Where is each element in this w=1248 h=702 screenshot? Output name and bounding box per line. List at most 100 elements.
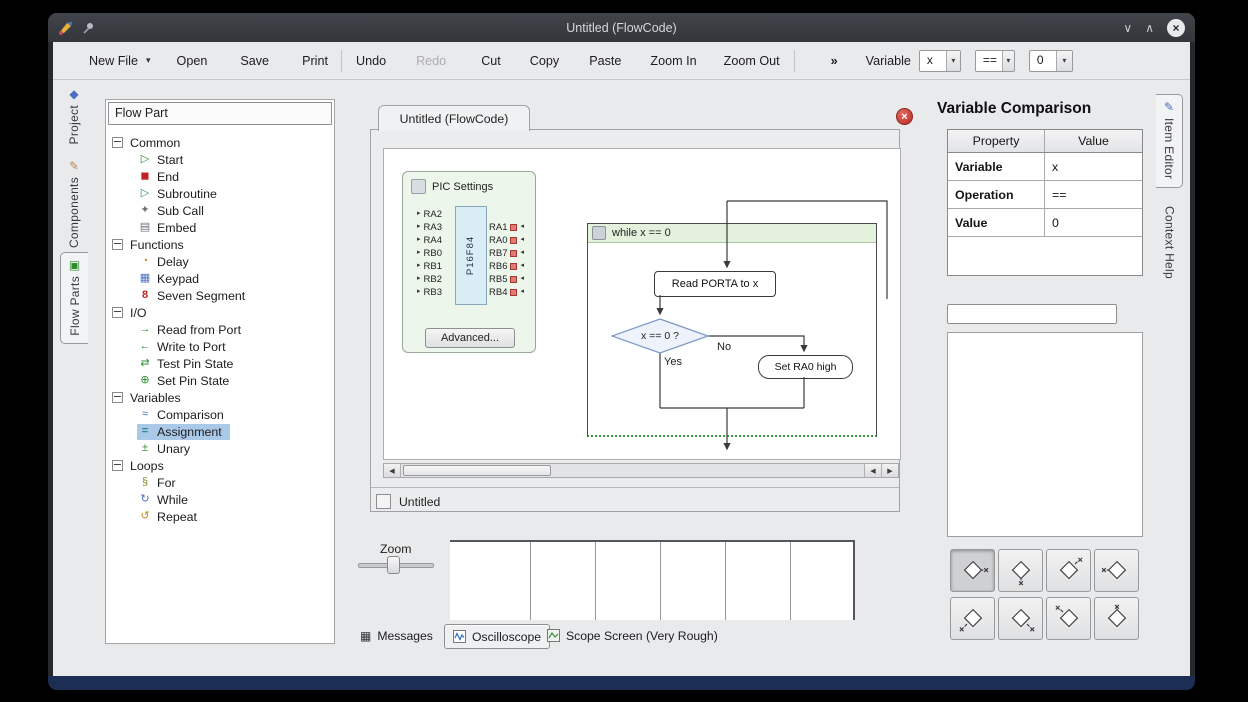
scrollbar-track[interactable] (401, 464, 864, 477)
decision-template-x-left-button[interactable] (1094, 549, 1139, 592)
macro-icon[interactable] (376, 494, 391, 509)
tab-flow-parts[interactable]: ▣ Flow Parts (60, 252, 88, 344)
pin-out-icon: ◂ (520, 275, 524, 283)
close-window-button[interactable]: × (1167, 19, 1185, 37)
tree-group-loops[interactable]: Loops (106, 457, 334, 474)
pin-icon[interactable] (81, 21, 95, 35)
tree-item-for[interactable]: § For (106, 474, 334, 491)
chevron-down-icon[interactable]: ∨ (1123, 22, 1132, 34)
tree-item-repeat[interactable]: ↺ Repeat (106, 508, 334, 525)
tree-item-end[interactable]: ◼ End (106, 168, 334, 185)
tree-item-comparison[interactable]: ≈ Comparison (106, 406, 334, 423)
tree-item-assignment[interactable]: = Assignment (106, 423, 334, 440)
tab-scope-screen[interactable]: Scope Screen (Very Rough) (547, 624, 718, 647)
tree-item-set-pin-state[interactable]: ⊕ Set Pin State (106, 372, 334, 389)
new-file-caret-icon[interactable]: ▾ (146, 55, 151, 66)
open-button[interactable]: Open (177, 54, 208, 68)
collapse-toggle-icon[interactable] (112, 307, 123, 318)
scroll-left-button[interactable]: ◀ (864, 464, 881, 477)
collapse-toggle-icon[interactable] (112, 137, 123, 148)
collapse-toggle-icon[interactable] (112, 392, 123, 403)
document-close-button[interactable]: × (896, 108, 913, 125)
table-row[interactable]: Variable x (948, 153, 1142, 181)
subroutine-icon: ▷ (137, 188, 153, 199)
read-porta-box[interactable]: Read PORTA to x (654, 271, 776, 297)
new-file-button[interactable]: New File (89, 54, 138, 68)
tree-item-test-pin-state[interactable]: ⇄ Test Pin State (106, 355, 334, 372)
item-editor-input[interactable] (947, 304, 1117, 324)
scroll-right-button[interactable]: ▶ (881, 464, 898, 477)
property-column-header: Property (948, 130, 1045, 152)
redo-button: Redo (416, 54, 446, 68)
tree-item-subroutine[interactable]: ▷ Subroutine (106, 185, 334, 202)
tree-item-start[interactable]: ▷ Start (106, 151, 334, 168)
tree-item-read-from-port[interactable]: → Read from Port (106, 321, 334, 338)
table-row[interactable]: Operation == (948, 181, 1142, 209)
pin-row: RB6 ◂ (489, 260, 524, 272)
pic-settings-panel[interactable]: PIC Settings P16F84 ▸ RA2 ▸ RA3 ▸ RA4 (402, 171, 536, 353)
chevron-up-icon[interactable]: ∧ (1145, 22, 1154, 34)
tree-item-seven-segment[interactable]: 8 Seven Segment (106, 287, 334, 304)
tree-item-delay[interactable]: ◔ Delay (106, 253, 334, 270)
decision-template-x-top-right-button[interactable] (1046, 549, 1091, 592)
tab-context-help[interactable]: Context Help (1156, 200, 1183, 294)
decision-template-x-bottom-right-button[interactable] (998, 597, 1043, 640)
tree-item-unary[interactable]: ± Unary (106, 440, 334, 457)
pin-in-icon: ▸ (417, 288, 421, 296)
dropdown-arrow-icon[interactable]: ▾ (1002, 51, 1014, 71)
scroll-left-button[interactable]: ◀ (384, 464, 401, 477)
document-tab[interactable]: Untitled (FlowCode) (378, 105, 530, 131)
flow-part-header[interactable]: Flow Part (108, 102, 332, 125)
dropdown-arrow-icon[interactable]: ▾ (946, 51, 960, 71)
print-button[interactable]: Print (302, 54, 328, 68)
tree-item-sub-call[interactable]: ✦ Sub Call (106, 202, 334, 219)
advanced-button[interactable]: Advanced... (425, 328, 515, 348)
collapse-toggle-icon[interactable] (112, 239, 123, 250)
flowchart-canvas[interactable]: PIC Settings P16F84 ▸ RA2 ▸ RA3 ▸ RA4 (383, 148, 901, 460)
tree-group-functions[interactable]: Functions (106, 236, 334, 253)
tree-item-while[interactable]: ↻ While (106, 491, 334, 508)
decision-template-x-bottom-button[interactable] (998, 549, 1043, 592)
tree-group-io[interactable]: I/O (106, 304, 334, 321)
tab-messages[interactable]: ▦ Messages (360, 624, 433, 647)
operator-combo[interactable]: == ▾ (975, 50, 1015, 72)
decision-template-x-right-button[interactable] (950, 549, 995, 592)
zoom-out-button[interactable]: Zoom Out (724, 54, 780, 68)
decision-template-x-top-left-button[interactable] (1046, 597, 1091, 640)
tab-project[interactable]: ◆ Project (60, 82, 88, 148)
titlebar[interactable]: Untitled (FlowCode) ∨ ∧ × (48, 13, 1195, 42)
decision-x-top-icon (1100, 604, 1134, 634)
table-row[interactable]: Value 0 (948, 209, 1142, 237)
pic-settings-icon[interactable] (411, 179, 426, 194)
tree-group-variables[interactable]: Variables (106, 389, 334, 406)
untitled-macro-row[interactable]: Untitled (371, 492, 899, 512)
decision-template-x-top-button[interactable] (1094, 597, 1139, 640)
messages-icon: ▦ (360, 630, 371, 642)
zoom-in-button[interactable]: Zoom In (650, 54, 696, 68)
save-button[interactable]: Save (240, 54, 269, 68)
copy-button[interactable]: Copy (530, 54, 559, 68)
test-pin-state-icon: ⇄ (137, 358, 153, 369)
zoom-slider-handle[interactable] (387, 556, 400, 574)
tab-components[interactable]: ✎ Components (60, 154, 88, 246)
tree-item-keypad[interactable]: ▦ Keypad (106, 270, 334, 287)
horizontal-scrollbar[interactable]: ◀ ◀ ▶ (383, 463, 899, 478)
tab-item-editor[interactable]: ✎ Item Editor (1156, 94, 1183, 188)
scrollbar-thumb[interactable] (403, 465, 551, 476)
cut-button[interactable]: Cut (481, 54, 501, 68)
undo-button[interactable]: Undo (356, 54, 386, 68)
tree-item-embed[interactable]: ▤ Embed (106, 219, 334, 236)
collapse-toggle-icon[interactable] (112, 460, 123, 471)
set-ra0-box[interactable]: Set RA0 high (758, 355, 853, 379)
toolbar-overflow-button[interactable]: » (831, 54, 838, 68)
decision-template-x-bottom-left-button[interactable] (950, 597, 995, 640)
while-loop-icon[interactable] (592, 226, 606, 240)
value-combo[interactable]: 0 ▾ (1029, 50, 1073, 72)
tab-oscilloscope[interactable]: Oscilloscope (444, 624, 550, 649)
variable-combo[interactable]: x ▾ (919, 50, 961, 72)
dropdown-arrow-icon[interactable]: ▾ (1056, 51, 1072, 71)
paste-button[interactable]: Paste (589, 54, 621, 68)
item-editor-listbox[interactable] (947, 332, 1143, 537)
tree-item-write-to-port[interactable]: ← Write to Port (106, 338, 334, 355)
tree-group-common[interactable]: Common (106, 134, 334, 151)
